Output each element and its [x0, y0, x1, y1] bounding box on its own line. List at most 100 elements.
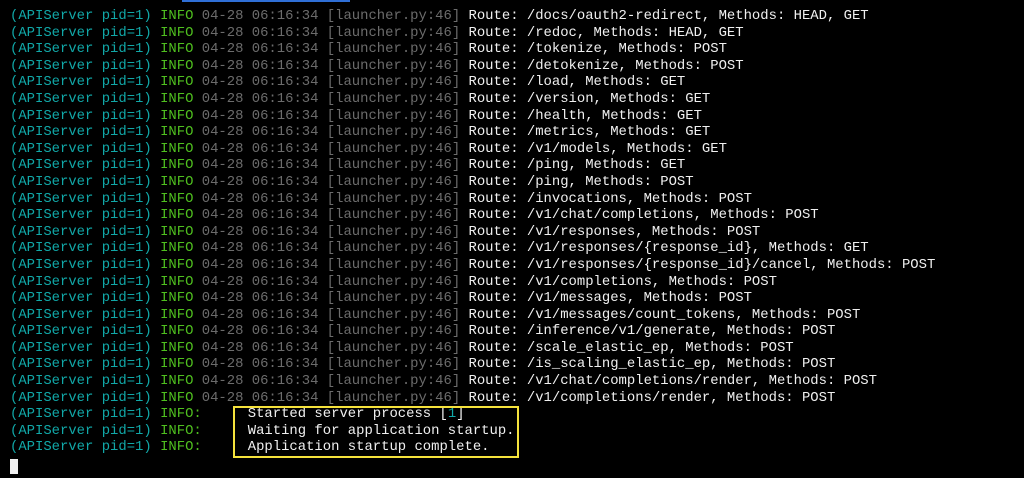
- log-message: Route: /v1/chat/completions/render, Meth…: [468, 373, 877, 390]
- source-location: [launcher.py:46]: [326, 356, 461, 373]
- process-label: (APIServer pid=1): [10, 57, 152, 74]
- log-line: (APIServer pid=1) INFO 04-28 06:16:34 [l…: [10, 91, 935, 108]
- log-level: INFO: [160, 306, 194, 323]
- timestamp: 04-28 06:16:34: [201, 8, 319, 24]
- timestamp: 04-28 06:16:34: [201, 124, 319, 141]
- timestamp: 04-28 06:16:34: [201, 57, 319, 74]
- log-level: INFO:: [160, 406, 202, 423]
- log-level: INFO:: [160, 422, 202, 439]
- log-level: INFO: [160, 207, 194, 224]
- timestamp: 04-28 06:16:34: [201, 373, 319, 390]
- terminal-window[interactable]: (APIServer pid=1) INFO 04-28 06:16:34 [l…: [0, 0, 1024, 478]
- process-label: (APIServer pid=1): [10, 240, 152, 257]
- process-label: (APIServer pid=1): [10, 323, 152, 340]
- timestamp: 04-28 06:16:34: [201, 306, 319, 323]
- process-label: (APIServer pid=1): [10, 107, 152, 124]
- source-location: [launcher.py:46]: [326, 157, 461, 174]
- log-message: Route: /invocations, Methods: POST: [468, 190, 752, 207]
- source-location: [launcher.py:46]: [326, 24, 461, 41]
- log-line: (APIServer pid=1) INFO 04-28 06:16:34 [l…: [10, 157, 935, 174]
- timestamp: 04-28 06:16:34: [201, 356, 319, 373]
- log-message: Route: /metrics, Methods: GET: [468, 124, 711, 141]
- log-line: (APIServer pid=1) INFO 04-28 06:16:34 [l…: [10, 290, 935, 307]
- log-line: (APIServer pid=1) INFO 04-28 06:16:34 [l…: [10, 224, 935, 241]
- source-location: [launcher.py:46]: [326, 107, 461, 124]
- log-message: Route: /v1/responses/{response_id}/cance…: [468, 256, 936, 273]
- log-level: INFO: [160, 173, 194, 190]
- source-location: [launcher.py:46]: [326, 323, 461, 340]
- source-location: [launcher.py:46]: [326, 223, 461, 240]
- log-message: Route: /ping, Methods: GET: [468, 157, 686, 174]
- log-level: INFO:: [160, 439, 202, 456]
- log-message: Route: /scale_elastic_ep, Methods: POST: [468, 339, 794, 356]
- log-message: Route: /version, Methods: GET: [468, 90, 711, 107]
- log-level: INFO: [160, 24, 194, 41]
- source-location: [launcher.py:46]: [326, 74, 461, 91]
- source-location: [launcher.py:46]: [326, 140, 461, 157]
- terminal-cursor[interactable]: [10, 459, 18, 474]
- log-level: INFO: [160, 223, 194, 240]
- source-location: [launcher.py:46]: [326, 290, 461, 307]
- process-label: (APIServer pid=1): [10, 190, 152, 207]
- process-label: (APIServer pid=1): [10, 124, 152, 141]
- log-message: Route: /v1/messages/count_tokens, Method…: [468, 306, 861, 323]
- log-level: INFO: [160, 107, 194, 124]
- log-line: (APIServer pid=1) INFO 04-28 06:16:34 [l…: [10, 340, 935, 357]
- log-level: INFO: [160, 240, 194, 257]
- process-label: (APIServer pid=1): [10, 90, 152, 107]
- source-location: [launcher.py:46]: [326, 339, 461, 356]
- timestamp: 04-28 06:16:34: [201, 140, 319, 157]
- log-level: INFO: [160, 290, 194, 307]
- log-line: (APIServer pid=1) INFO 04-28 06:16:34 [l…: [10, 307, 935, 324]
- timestamp: 04-28 06:16:34: [201, 290, 319, 307]
- log-level: INFO: [160, 124, 194, 141]
- timestamp: 04-28 06:16:34: [201, 240, 319, 257]
- process-label: (APIServer pid=1): [10, 356, 152, 373]
- log-level: INFO: [160, 256, 194, 273]
- log-line: (APIServer pid=1) INFO 04-28 06:16:34 [l…: [10, 323, 935, 340]
- log-line: (APIServer pid=1) INFO 04-28 06:16:34 [l…: [10, 108, 935, 125]
- log-level: INFO: [160, 57, 194, 74]
- log-level: INFO: [160, 74, 194, 91]
- source-location: [launcher.py:46]: [326, 173, 461, 190]
- source-location: [launcher.py:46]: [326, 240, 461, 257]
- terminal-output: (APIServer pid=1) INFO 04-28 06:16:34 [l…: [10, 8, 935, 456]
- log-message: Route: /v1/responses, Methods: POST: [468, 223, 761, 240]
- log-message: Route: /v1/responses/{response_id}, Meth…: [468, 240, 869, 257]
- process-label: (APIServer pid=1): [10, 290, 152, 307]
- log-line: (APIServer pid=1) INFO 04-28 06:16:34 [l…: [10, 240, 935, 257]
- log-level: INFO: [160, 323, 194, 340]
- source-location: [launcher.py:46]: [326, 207, 461, 224]
- log-line: (APIServer pid=1) INFO 04-28 06:16:34 [l…: [10, 25, 935, 42]
- source-location: [launcher.py:46]: [326, 190, 461, 207]
- process-label: (APIServer pid=1): [10, 256, 152, 273]
- process-label: (APIServer pid=1): [10, 74, 152, 91]
- log-message: Route: /ping, Methods: POST: [468, 173, 694, 190]
- log-message: Route: /detokenize, Methods: POST: [468, 57, 744, 74]
- timestamp: 04-28 06:16:34: [201, 107, 319, 124]
- log-line: (APIServer pid=1) INFO 04-28 06:16:34 [l…: [10, 174, 935, 191]
- log-line: (APIServer pid=1) INFO 04-28 06:16:34 [l…: [10, 141, 935, 158]
- log-message: Route: /docs/oauth2-redirect, Methods: H…: [468, 8, 869, 24]
- source-location: [launcher.py:46]: [326, 57, 461, 74]
- timestamp: 04-28 06:16:34: [201, 223, 319, 240]
- process-label: (APIServer pid=1): [10, 207, 152, 224]
- timestamp: 04-28 06:16:34: [201, 173, 319, 190]
- log-line: (APIServer pid=1) INFO 04-28 06:16:34 [l…: [10, 74, 935, 91]
- log-line: (APIServer pid=1) INFO 04-28 06:16:34 [l…: [10, 191, 935, 208]
- log-message: Route: /v1/messages, Methods: POST: [468, 290, 752, 307]
- timestamp: 04-28 06:16:34: [201, 339, 319, 356]
- log-message: Route: /redoc, Methods: HEAD, GET: [468, 24, 744, 41]
- log-line: (APIServer pid=1) INFO 04-28 06:16:34 [l…: [10, 373, 935, 390]
- active-tab-indicator: [182, 0, 350, 2]
- log-level: INFO: [160, 140, 194, 157]
- process-label: (APIServer pid=1): [10, 389, 152, 406]
- log-message: Route: /tokenize, Methods: POST: [468, 41, 727, 58]
- log-level: INFO: [160, 8, 194, 24]
- log-level: INFO: [160, 190, 194, 207]
- timestamp: 04-28 06:16:34: [201, 24, 319, 41]
- log-level: INFO: [160, 41, 194, 58]
- log-message: Route: /v1/chat/completions, Methods: PO…: [468, 207, 819, 224]
- log-line: (APIServer pid=1) INFO 04-28 06:16:34 [l…: [10, 41, 935, 58]
- process-label: (APIServer pid=1): [10, 406, 152, 423]
